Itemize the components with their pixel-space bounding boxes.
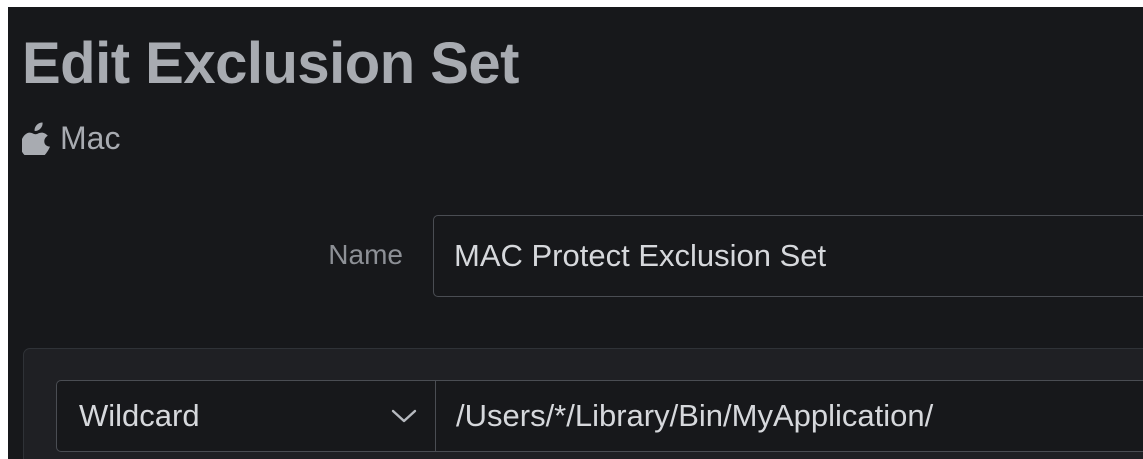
exclusion-path-input[interactable] xyxy=(435,380,1143,452)
exclusion-type-value: Wildcard xyxy=(79,398,200,433)
name-input[interactable] xyxy=(433,215,1143,297)
exclusion-rule-row: Wildcard xyxy=(56,380,1143,452)
platform-label: Mac xyxy=(60,119,121,156)
chevron-down-icon xyxy=(391,409,417,423)
exclusion-type-select[interactable]: Wildcard xyxy=(56,380,435,452)
edit-exclusion-set-view: Edit Exclusion Set Mac Name Wildcard xyxy=(8,7,1143,459)
exclusion-rule-panel: Wildcard xyxy=(23,348,1143,459)
platform-indicator: Mac xyxy=(22,120,120,156)
page-title: Edit Exclusion Set xyxy=(22,31,520,96)
name-field-label: Name xyxy=(328,239,403,270)
apple-icon xyxy=(22,122,50,155)
